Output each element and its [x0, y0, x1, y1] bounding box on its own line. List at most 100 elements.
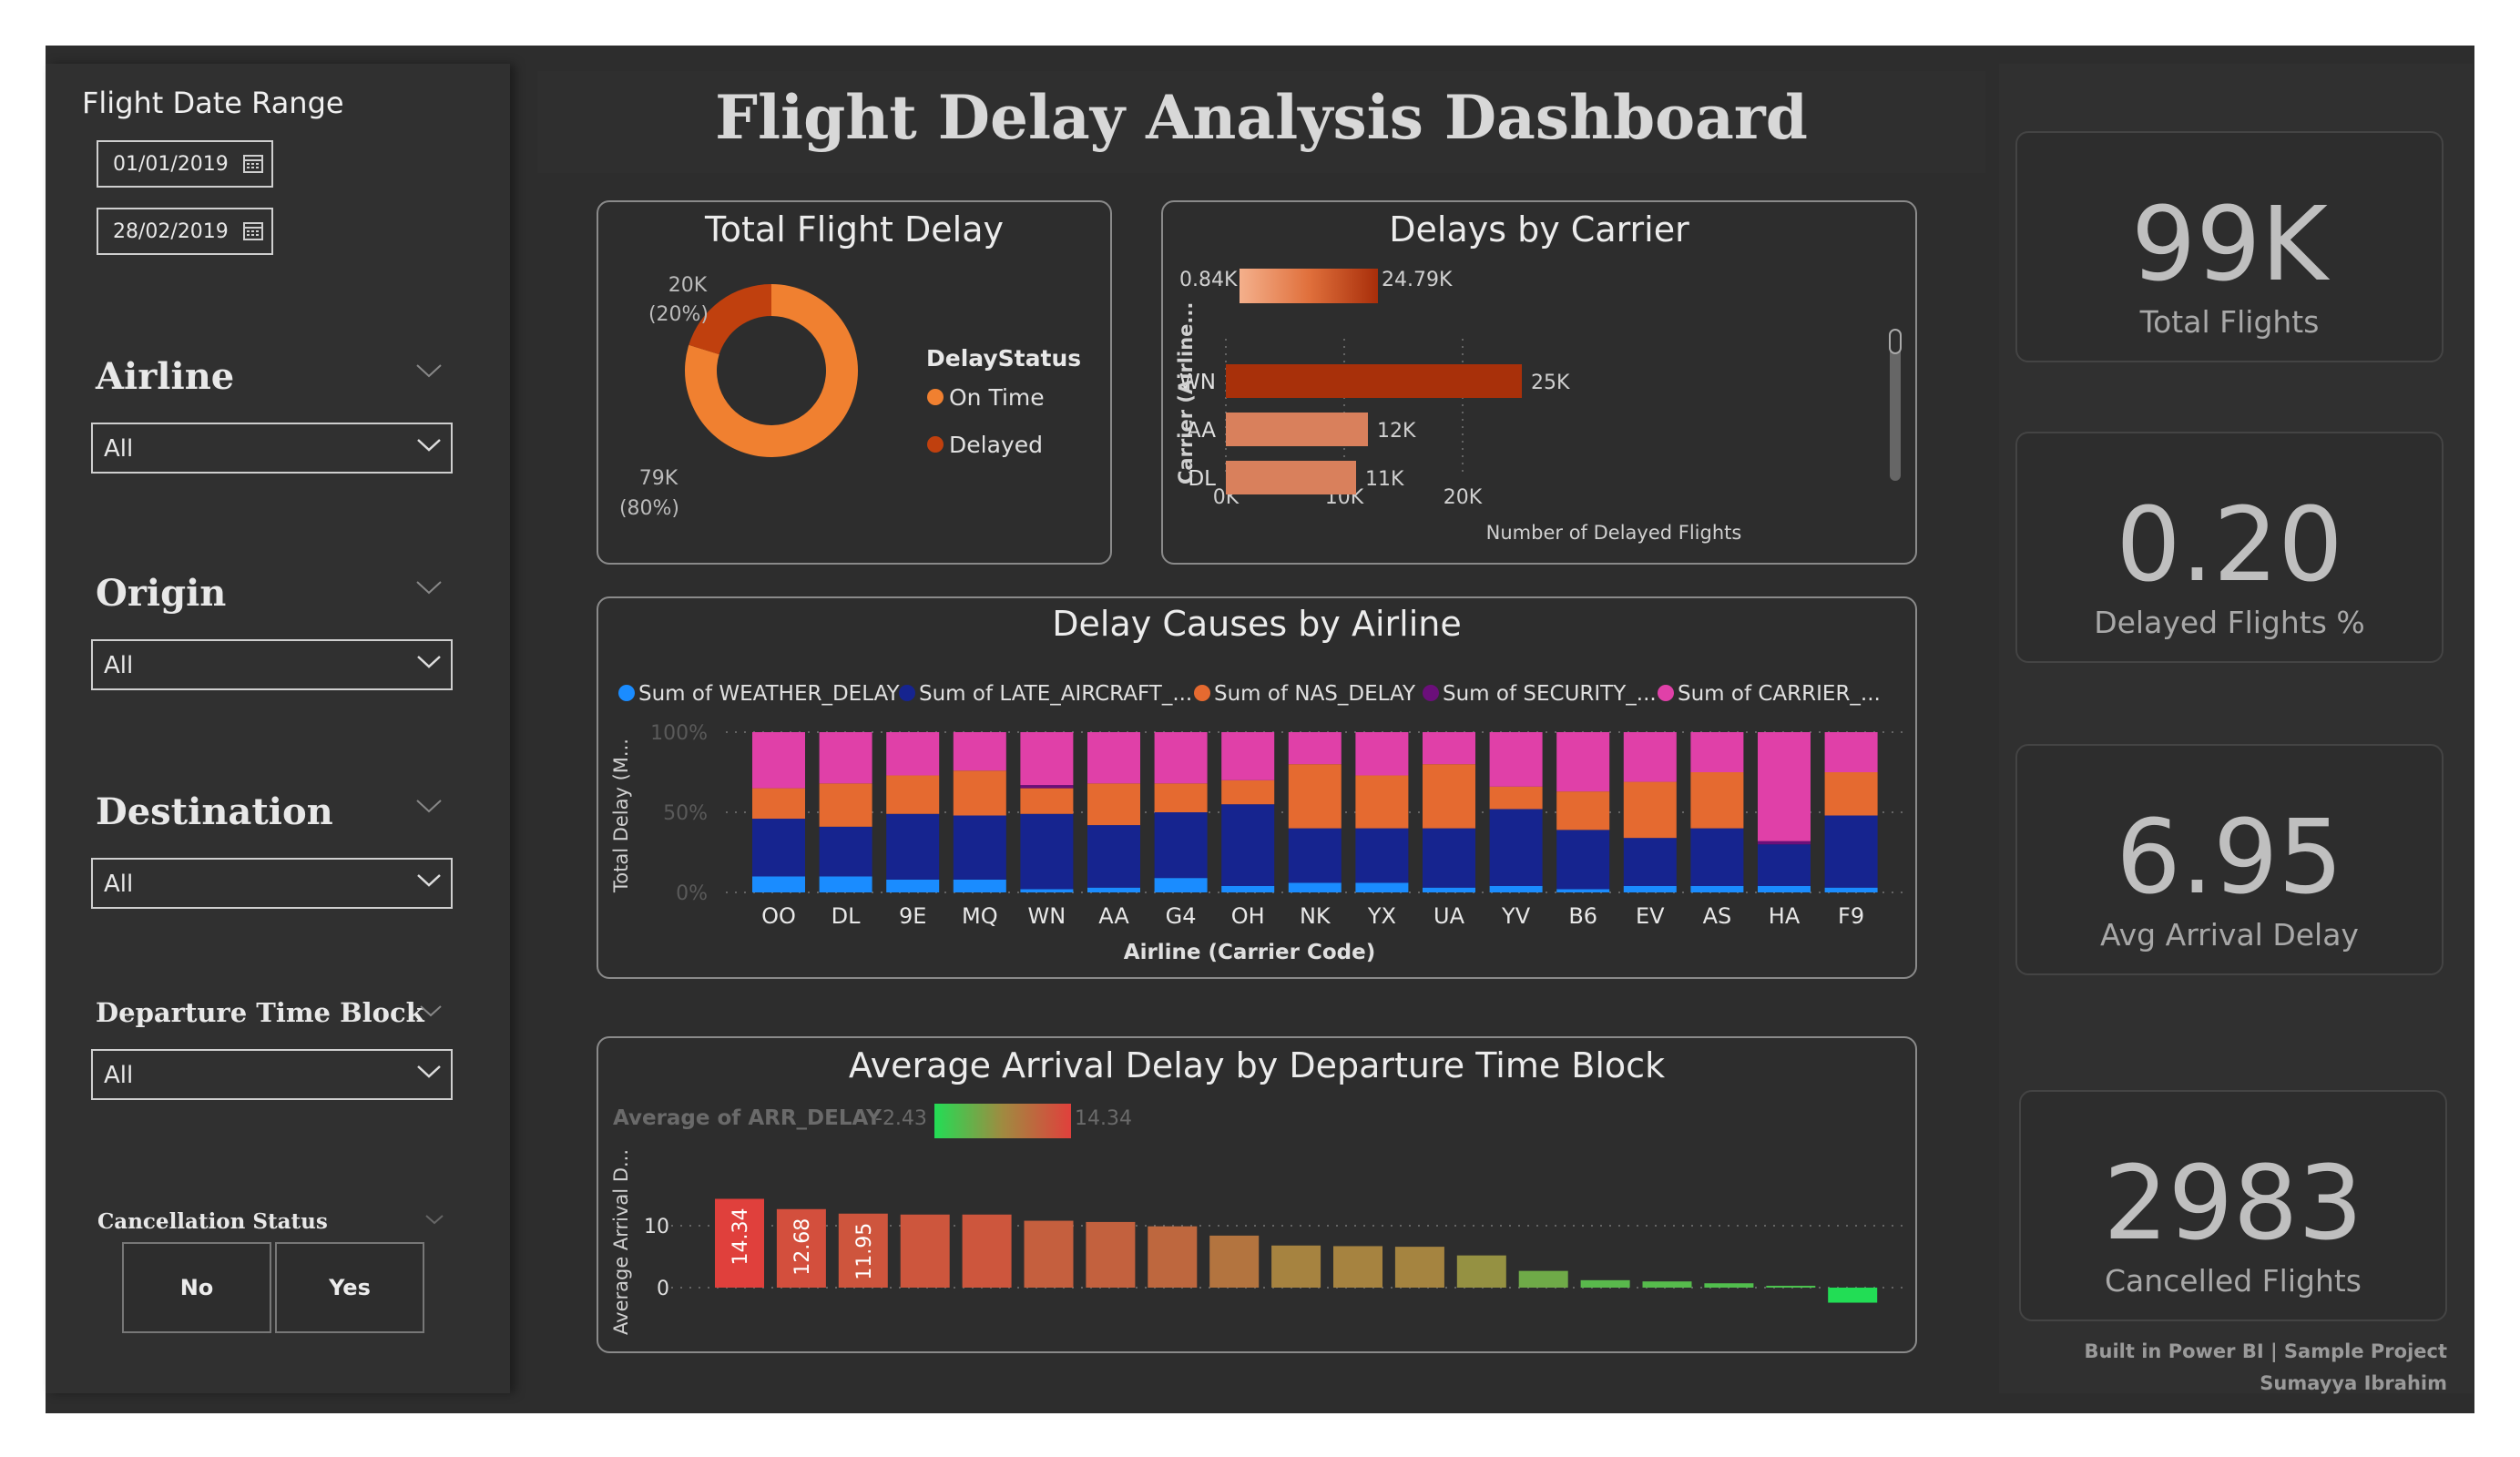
stacked-bar-segment[interactable]: [819, 783, 872, 827]
stacked-bar-segment[interactable]: [953, 879, 1006, 892]
stacked-bar-segment[interactable]: [1489, 809, 1543, 886]
stacked-bar-segment[interactable]: [1154, 783, 1208, 812]
legend-label[interactable]: Sum of LATE_AIRCRAFT_...: [919, 682, 1192, 706]
stacked-bar-segment[interactable]: [819, 732, 872, 784]
stacked-bar-segment[interactable]: [1690, 885, 1744, 892]
end-date-input[interactable]: 28/02/2019: [97, 208, 273, 255]
stacked-bar-segment[interactable]: [1020, 785, 1074, 789]
stacked-bar-segment[interactable]: [1489, 885, 1543, 892]
legend-label[interactable]: Sum of CARRIER_...: [1678, 682, 1881, 706]
stacked-bar-segment[interactable]: [1489, 732, 1543, 787]
stacked-bar-segment[interactable]: [1221, 732, 1275, 780]
stacked-bar-segment[interactable]: [1288, 882, 1342, 892]
stacked-bar-segment[interactable]: [1288, 732, 1342, 765]
stacked-bar-segment[interactable]: [1221, 804, 1275, 886]
collapse-chevron-icon[interactable]: [415, 579, 443, 596]
stacked-bar-segment[interactable]: [1221, 885, 1275, 892]
arrival-delay-bar[interactable]: [1086, 1221, 1136, 1288]
stacked-bar-segment[interactable]: [752, 876, 805, 892]
stacked-bar-segment[interactable]: [1087, 825, 1140, 888]
arrival-delay-bar[interactable]: [962, 1214, 1012, 1288]
stacked-bar-segment[interactable]: [1154, 878, 1208, 892]
stacked-bar-segment[interactable]: [1824, 772, 1878, 816]
stacked-bar-segment[interactable]: [819, 876, 872, 892]
arrival-delay-bar[interactable]: [1580, 1279, 1630, 1288]
cancellation-no-button[interactable]: No: [122, 1242, 271, 1333]
stacked-bar-segment[interactable]: [1020, 889, 1074, 892]
stacked-bar-segment[interactable]: [1423, 887, 1475, 892]
stacked-bar-segment[interactable]: [1355, 732, 1409, 776]
arrival-delay-bar[interactable]: [1704, 1283, 1754, 1288]
stacked-bar-segment[interactable]: [1020, 732, 1074, 786]
calendar-icon[interactable]: [242, 152, 264, 174]
kpi-card-cancelled-flights[interactable]: 2983 Cancelled Flights: [2019, 1090, 2447, 1321]
stacked-bar-segment[interactable]: [1824, 815, 1878, 888]
airline-dropdown[interactable]: All: [91, 423, 453, 474]
arrival-delay-bar[interactable]: [1828, 1288, 1878, 1303]
calendar-icon[interactable]: [242, 219, 264, 241]
stacked-bar-segment[interactable]: [1824, 887, 1878, 892]
kpi-card-total-flights[interactable]: 99K Total Flights: [2015, 131, 2443, 362]
stacked-bar-segment[interactable]: [1758, 885, 1811, 892]
arrival-delay-bar[interactable]: [1394, 1247, 1444, 1288]
stacked-bar-segment[interactable]: [752, 788, 805, 820]
carrier-bar[interactable]: [1226, 413, 1368, 446]
stacked-bar-segment[interactable]: [1423, 764, 1475, 829]
collapse-chevron-icon[interactable]: [415, 362, 443, 379]
collapse-chevron-icon[interactable]: [415, 798, 443, 814]
stacked-bar-segment[interactable]: [1221, 779, 1275, 805]
stacked-bar-segment[interactable]: [886, 813, 940, 880]
arrival-delay-bar[interactable]: [900, 1214, 950, 1288]
stacked-bar-segment[interactable]: [819, 826, 872, 877]
stacked-bar-segment[interactable]: [1758, 844, 1811, 886]
stacked-bar-segment[interactable]: [1556, 889, 1610, 892]
stacked-bar-segment[interactable]: [1355, 828, 1409, 883]
legend-label[interactable]: Sum of NAS_DELAY: [1214, 682, 1416, 706]
arrival-delay-bar[interactable]: [1456, 1255, 1506, 1288]
stacked-bar-segment[interactable]: [1690, 732, 1744, 772]
stacked-bar-segment[interactable]: [1355, 882, 1409, 892]
stacked-bar-segment[interactable]: [953, 732, 1006, 771]
arrival-delay-bar[interactable]: [1518, 1270, 1568, 1288]
stacked-bar-segment[interactable]: [1423, 828, 1475, 888]
origin-dropdown[interactable]: All: [91, 639, 453, 690]
stacked-bar-segment[interactable]: [1623, 732, 1677, 782]
stacked-bar-segment[interactable]: [1087, 887, 1140, 892]
arrival-delay-bar[interactable]: [1148, 1226, 1198, 1288]
arrival-delay-bar[interactable]: [1766, 1285, 1816, 1288]
scrollbar-thumb[interactable]: [1889, 329, 1902, 354]
stacked-bar-segment[interactable]: [1423, 732, 1475, 765]
arrival-delay-visual[interactable]: Average Arrival Delay by Departure Time …: [597, 1036, 1917, 1353]
collapse-chevron-icon[interactable]: [424, 1213, 444, 1226]
departure-time-block-dropdown[interactable]: All: [91, 1049, 453, 1100]
stacked-bar-segment[interactable]: [1355, 775, 1409, 829]
stacked-bar-segment[interactable]: [886, 879, 940, 892]
carrier-bar[interactable]: [1226, 461, 1356, 494]
stacked-bar-segment[interactable]: [886, 732, 940, 776]
arrival-delay-bar[interactable]: [1024, 1220, 1074, 1288]
start-date-input[interactable]: 01/01/2019: [97, 140, 273, 188]
total-flight-delay-visual[interactable]: Total Flight Delay 20K (20%) 79K (80%) D…: [597, 200, 1112, 565]
arrival-delay-bar[interactable]: [1333, 1246, 1382, 1288]
destination-dropdown[interactable]: All: [91, 858, 453, 909]
legend-label-delayed[interactable]: Delayed: [949, 432, 1043, 458]
stacked-bar-segment[interactable]: [1758, 841, 1811, 845]
stacked-bar-segment[interactable]: [1690, 772, 1744, 829]
stacked-bar-segment[interactable]: [752, 819, 805, 877]
stacked-bar-segment[interactable]: [1623, 838, 1677, 886]
kpi-card-delayed-pct[interactable]: 0.20 Delayed Flights %: [2015, 432, 2443, 663]
stacked-bar-segment[interactable]: [1556, 830, 1610, 890]
stacked-bar-segment[interactable]: [1556, 791, 1610, 830]
stacked-bar-segment[interactable]: [886, 775, 940, 814]
stacked-bar-segment[interactable]: [1288, 764, 1342, 829]
carrier-bar[interactable]: [1226, 364, 1522, 398]
stacked-bar-segment[interactable]: [1020, 813, 1074, 890]
stacked-bar-segment[interactable]: [1690, 828, 1744, 886]
arrival-delay-bar[interactable]: [1642, 1281, 1692, 1288]
delays-by-carrier-visual[interactable]: Delays by Carrier 0.84K 24.79K 0K 10K 20K …: [1161, 200, 1917, 565]
stacked-bar-segment[interactable]: [1556, 732, 1610, 792]
arrival-delay-bar[interactable]: [1209, 1235, 1260, 1288]
kpi-card-avg-arrival-delay[interactable]: 6.95 Avg Arrival Delay: [2015, 744, 2443, 975]
collapse-chevron-icon[interactable]: [419, 1004, 443, 1018]
stacked-bar-segment[interactable]: [953, 770, 1006, 816]
